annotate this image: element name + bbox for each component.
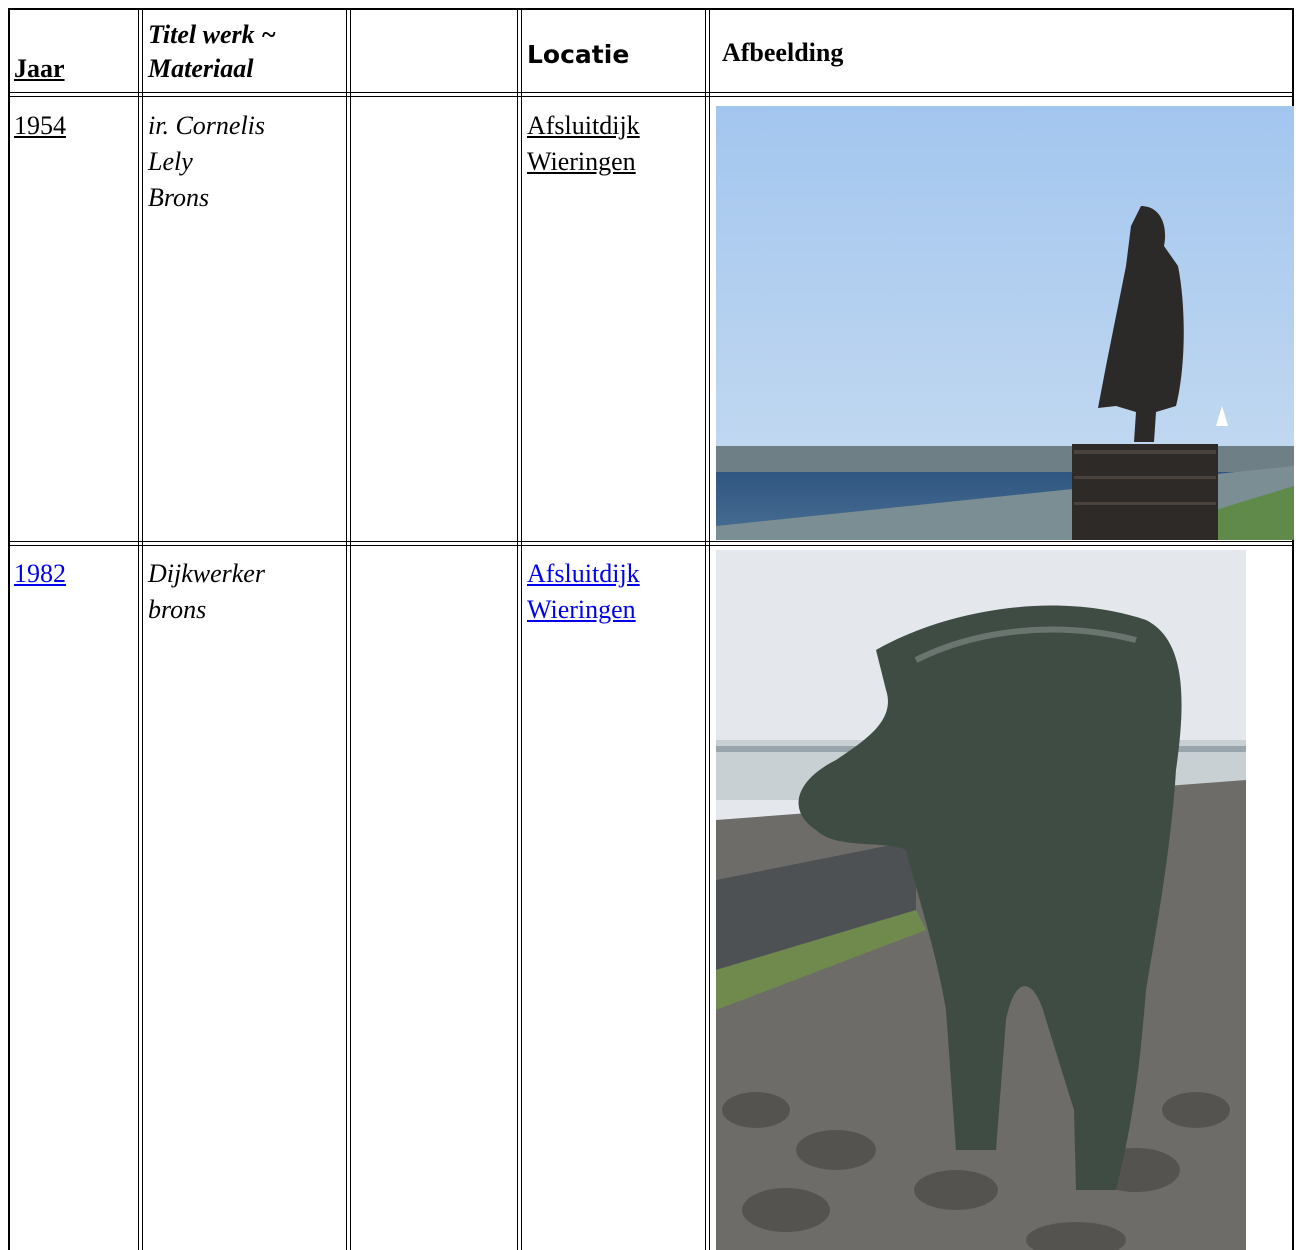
locatie-cell: Afsluitdijk Wieringen xyxy=(527,556,640,628)
statue-lely-photo[interactable] xyxy=(716,106,1294,540)
titel-cell: ir. Cornelis Lely Brons xyxy=(148,108,265,216)
table-row: 1954 xyxy=(14,108,66,144)
titel-line: Dijkwerker xyxy=(148,559,265,588)
locatie-link[interactable]: Afsluitdijk xyxy=(527,556,640,592)
header-afbeelding: Afbeelding xyxy=(722,38,844,67)
year-link[interactable]: 1954 xyxy=(14,108,66,144)
titel-line: ir. Cornelis xyxy=(148,111,266,140)
materiaal-line: Brons xyxy=(148,183,210,212)
locatie-link[interactable]: Wieringen xyxy=(527,144,640,180)
locatie-cell: Afsluitdijk Wieringen xyxy=(527,108,640,180)
header-jaar[interactable]: Jaar xyxy=(14,52,65,86)
materiaal-line: brons xyxy=(148,595,207,624)
locatie-link[interactable]: Wieringen xyxy=(527,592,640,628)
statue-dijkwerker-photo[interactable] xyxy=(716,550,1246,1250)
year-link[interactable]: 1982 xyxy=(14,556,66,592)
header-titel-line2: Materiaal xyxy=(148,54,254,83)
locatie-link[interactable]: Afsluitdijk xyxy=(527,108,640,144)
titel-line: Lely xyxy=(148,147,193,176)
header-titel: Titel werk ~ Materiaal xyxy=(148,18,276,86)
header-locatie: Locatie xyxy=(527,40,630,69)
table-row: 1982 xyxy=(14,556,66,592)
titel-cell: Dijkwerker brons xyxy=(148,556,265,628)
header-titel-line1: Titel werk ~ xyxy=(148,20,276,49)
